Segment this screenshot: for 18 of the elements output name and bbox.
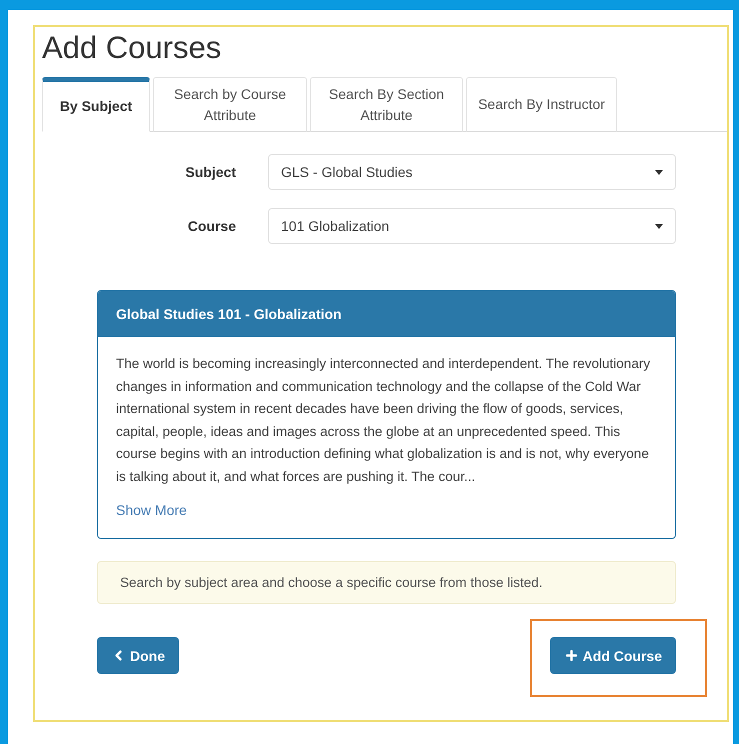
tab[interactable]: Search By Section Attribute	[310, 77, 463, 132]
page-title: Add Courses	[42, 29, 222, 67]
done-button[interactable]: Done	[97, 637, 179, 674]
field-label: Course	[186, 218, 237, 234]
tab[interactable]: By Subject	[42, 77, 150, 132]
caret-icon	[655, 224, 663, 228]
hint-message: Search by subject area and choose a specific course from those listed.	[97, 561, 676, 604]
course-description: The world is becoming increasingly interconnected and interdependent. The revolutionary changes in information and communication technology and the collapse of the Cold War international system in recent decades have been driving the flow of goods, services, capital, people, ideas and images across the globe at an unprecedented speed. This course begins with an introduction defining what globalization is and is not, why everyone is talking about it, and what forces are pushing it. The cour...	[116, 355, 652, 486]
select-field[interactable]: GLS - Global Studies	[268, 154, 676, 190]
select-field[interactable]: 101 Globalization	[268, 208, 676, 244]
add-course-button[interactable]: Add Course	[550, 637, 676, 674]
plus-icon	[564, 648, 579, 663]
caret-icon	[655, 170, 663, 174]
tab[interactable]: Search By Instructor	[466, 77, 617, 132]
show-more-link[interactable]: Show More	[116, 502, 187, 518]
tab[interactable]: Search by Course Attribute	[153, 77, 307, 132]
field-label: Subject	[184, 164, 237, 180]
card-title: Global Studies 101 - Globalization	[98, 291, 675, 337]
